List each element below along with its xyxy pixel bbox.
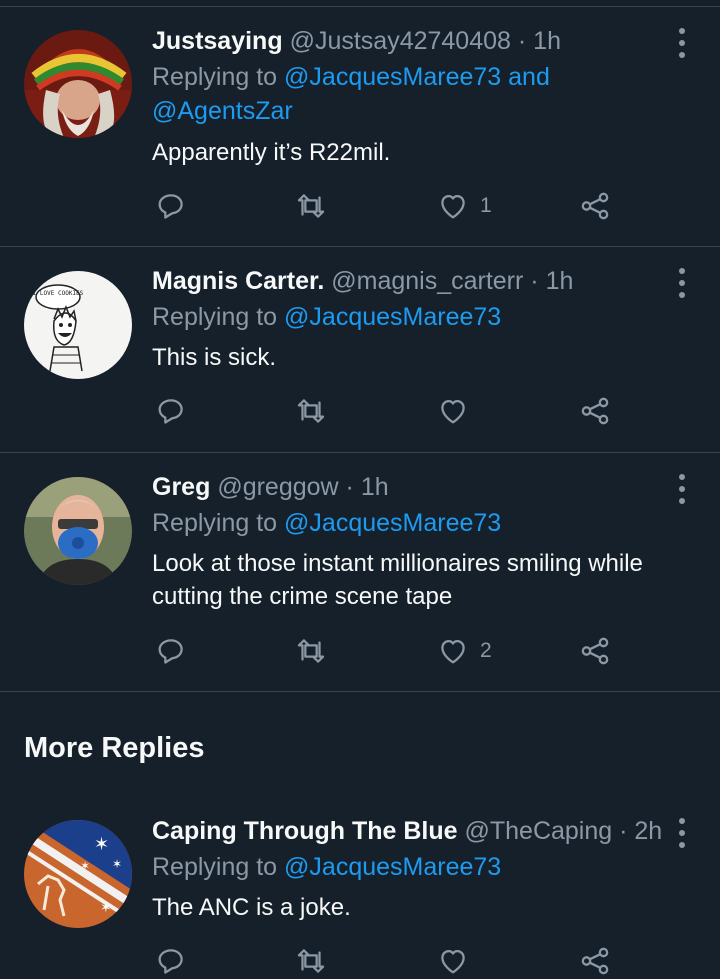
tweet-greg[interactable]: Greg @greggow · 1h Replying to @JacquesM… xyxy=(0,453,720,691)
share-button[interactable] xyxy=(578,943,612,979)
replying-to: Replying to @JacquesMaree73 and xyxy=(152,60,550,94)
display-name[interactable]: Magnis Carter. xyxy=(152,267,324,295)
svg-text:✶: ✶ xyxy=(112,857,122,871)
replying-prefix: Replying to xyxy=(152,853,278,881)
share-button[interactable] xyxy=(578,633,612,669)
user-handle[interactable]: @TheCaping xyxy=(464,817,612,845)
mention-link[interactable]: @JacquesMaree73 xyxy=(284,63,501,91)
timestamp[interactable]: 1h xyxy=(361,473,389,501)
like-icon xyxy=(441,399,465,424)
like-button[interactable] xyxy=(436,393,480,429)
replying-to: Replying to @JacquesMaree73 xyxy=(152,850,501,884)
mention-link[interactable]: @JacquesMaree73 xyxy=(284,853,501,881)
display-name[interactable]: Greg xyxy=(152,473,210,501)
reply-button[interactable] xyxy=(154,188,188,224)
mention-and[interactable]: and xyxy=(508,63,550,91)
tweet-text: This is sick. xyxy=(152,344,277,371)
retweet-icon xyxy=(297,194,325,218)
replying-to: Replying to @JacquesMaree73 xyxy=(152,300,501,334)
share-button[interactable] xyxy=(578,393,612,429)
replying-prefix: Replying to xyxy=(152,303,278,331)
display-name[interactable]: Justsaying xyxy=(152,27,283,55)
more-replies-heading: More Replies xyxy=(24,732,205,764)
more-options-icon[interactable] xyxy=(672,268,692,298)
mention-link[interactable]: @JacquesMaree73 xyxy=(284,509,501,537)
reply-icon xyxy=(158,949,183,974)
like-count: 2 xyxy=(480,639,492,662)
timestamp[interactable]: 1h xyxy=(533,27,561,55)
like-button[interactable] xyxy=(436,943,480,979)
share-button[interactable] xyxy=(578,188,612,224)
bubble-text: I LOVE COOKIES xyxy=(33,290,84,297)
avatar[interactable]: I LOVE COOKIES xyxy=(24,271,132,379)
separator-dot: · xyxy=(530,267,539,295)
retweet-icon xyxy=(297,949,325,973)
share-icon xyxy=(581,947,609,975)
tweet-actions: 2 xyxy=(152,633,632,669)
tweet-text: Look at those instant millionaires smili… xyxy=(152,550,643,610)
svg-text:✶: ✶ xyxy=(100,900,112,916)
user-handle[interactable]: @magnis_carterr xyxy=(331,267,523,295)
separator-dot: · xyxy=(517,27,527,55)
reply-button[interactable] xyxy=(154,943,188,979)
reply-button[interactable] xyxy=(154,633,188,669)
timestamp[interactable]: 1h xyxy=(546,267,574,295)
reply-icon xyxy=(158,194,183,219)
like-count: 1 xyxy=(480,194,492,217)
more-options-icon[interactable] xyxy=(672,818,692,848)
divider xyxy=(0,691,720,692)
tweet-header: Magnis Carter. @magnis_carterr · 1h xyxy=(152,266,573,296)
separator-dot: · xyxy=(345,473,354,501)
replying-prefix: Replying to xyxy=(152,63,278,91)
avatar[interactable]: ✶ ✶ ✶ ✶ xyxy=(24,820,132,928)
like-button[interactable]: 2 xyxy=(436,633,492,669)
display-name[interactable]: Caping Through The Blue xyxy=(152,817,458,845)
user-handle[interactable]: @Justsay42740408 xyxy=(290,27,511,55)
retweet-button[interactable] xyxy=(294,393,328,429)
tweet-actions xyxy=(152,943,632,979)
share-icon xyxy=(581,637,609,665)
more-options-icon[interactable] xyxy=(672,474,692,504)
retweet-button[interactable] xyxy=(294,943,328,979)
mention-link[interactable]: @AgentsZar xyxy=(152,97,293,125)
like-icon xyxy=(441,949,465,974)
like-icon xyxy=(441,194,465,219)
tweet-actions xyxy=(152,393,632,429)
user-handle[interactable]: @greggow xyxy=(217,473,338,501)
avatar[interactable] xyxy=(24,477,132,585)
retweet-button[interactable] xyxy=(294,188,328,224)
like-icon xyxy=(441,639,465,664)
tweet-magnis-carter[interactable]: I LOVE COOKIES Magnis Carter. @magnis_ca… xyxy=(0,247,720,452)
svg-text:✶: ✶ xyxy=(94,834,109,855)
separator-dot: · xyxy=(619,817,628,845)
tweet-justsaying[interactable]: Justsaying @Justsay42740408 · 1h Replyin… xyxy=(0,0,720,246)
tweet-header: Caping Through The Blue @TheCaping · 2h xyxy=(152,816,662,846)
mention-link[interactable]: @JacquesMaree73 xyxy=(284,303,501,331)
reply-button[interactable] xyxy=(154,393,188,429)
replying-to: Replying to @JacquesMaree73 xyxy=(152,506,501,540)
more-options-icon[interactable] xyxy=(672,28,692,58)
retweet-icon xyxy=(297,639,325,663)
reply-icon xyxy=(158,399,183,424)
avatar[interactable] xyxy=(24,30,132,138)
retweet-icon xyxy=(297,399,325,423)
tweet-header: Greg @greggow · 1h xyxy=(152,472,389,502)
tweet-text: The ANC is a joke. xyxy=(152,894,351,921)
tweet-actions: 1 xyxy=(152,188,632,224)
reply-icon xyxy=(158,639,183,664)
retweet-button[interactable] xyxy=(294,633,328,669)
tweet-caping-through-the-blue[interactable]: ✶ ✶ ✶ ✶ Caping Through The Blue @TheCapi… xyxy=(0,797,720,979)
like-button[interactable]: 1 xyxy=(436,188,492,224)
svg-text:✶: ✶ xyxy=(80,859,90,873)
tweet-text: Apparently it’s R22mil. xyxy=(152,139,391,166)
replying-to-line2: @AgentsZar xyxy=(152,94,293,128)
tweet-header: Justsaying @Justsay42740408 · 1h xyxy=(152,26,561,56)
share-icon xyxy=(581,192,609,220)
share-icon xyxy=(581,397,609,425)
replying-prefix: Replying to xyxy=(152,509,278,537)
timestamp[interactable]: 2h xyxy=(634,817,662,845)
